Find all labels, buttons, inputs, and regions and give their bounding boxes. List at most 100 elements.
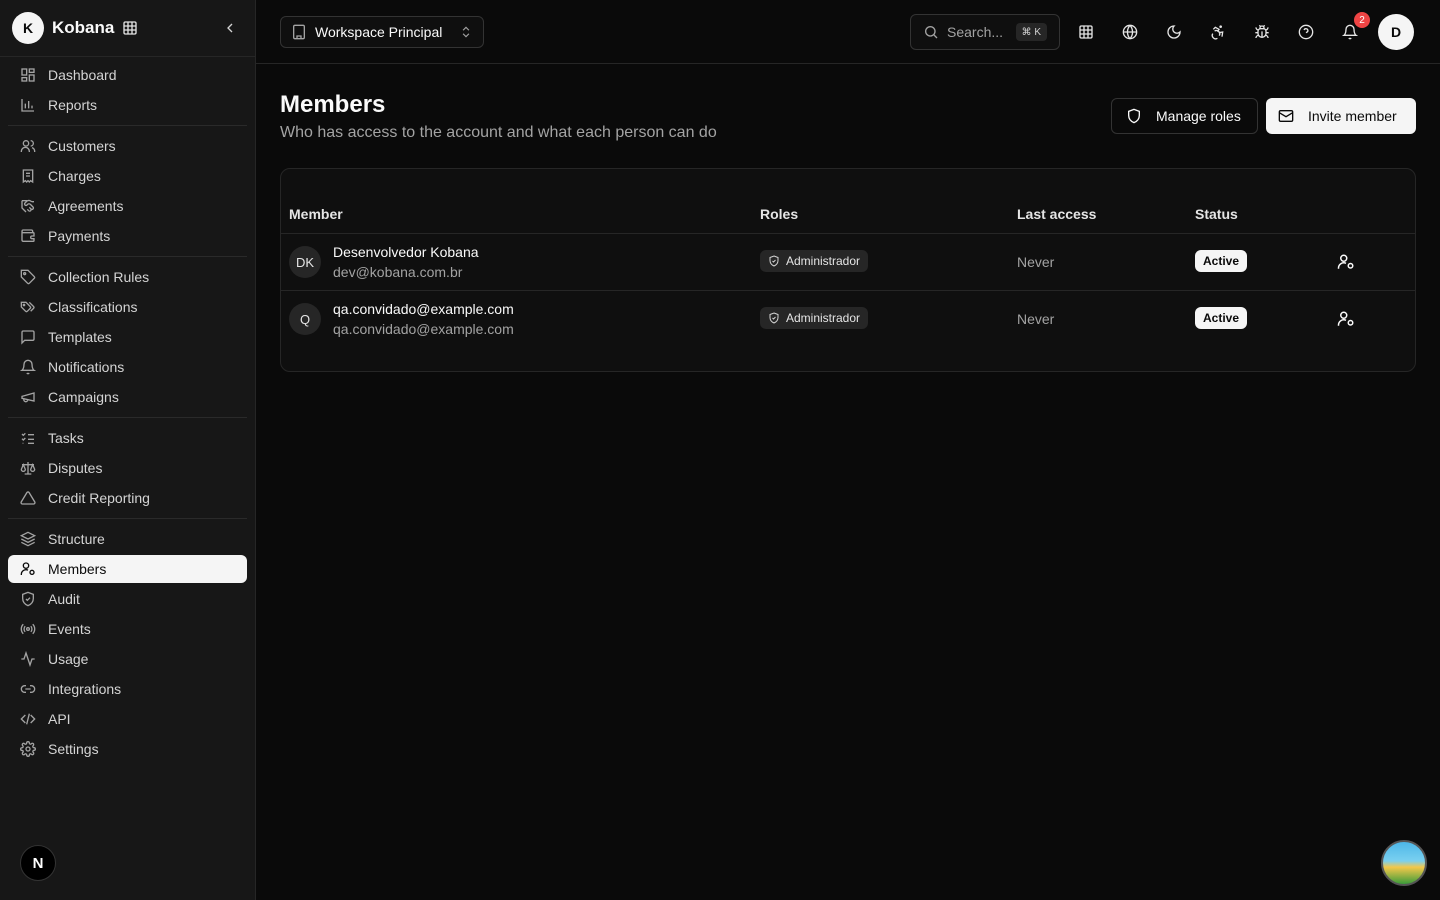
sidebar-item-campaigns[interactable]: Campaigns: [8, 383, 247, 411]
sidebar-item-label: Payments: [48, 228, 111, 244]
column-header-status[interactable]: Status: [1195, 206, 1238, 222]
sidebar-item-customers[interactable]: Customers: [8, 132, 247, 160]
sidebar-item-integrations[interactable]: Integrations: [8, 675, 247, 703]
search-shortcut: ⌘ K: [1015, 23, 1047, 41]
sidebar-item-label: Structure: [48, 531, 105, 547]
bar-chart-icon: [20, 97, 36, 113]
user-cog-icon: [20, 561, 36, 577]
sidebar-item-dashboard[interactable]: Dashboard: [8, 61, 247, 89]
role-badge: Administrador: [760, 250, 869, 272]
sidebar-item-templates[interactable]: Templates: [8, 323, 247, 351]
last-access: Never: [1017, 254, 1055, 270]
activity-icon: [20, 651, 36, 667]
sidebar-item-tasks[interactable]: Tasks: [8, 424, 247, 452]
role-label: Administrador: [786, 311, 861, 325]
search-input[interactable]: Search... ⌘ K: [910, 14, 1060, 50]
search-placeholder: Search...: [947, 24, 1004, 40]
sidebar-item-usage[interactable]: Usage: [8, 645, 247, 673]
mail-icon: [1278, 108, 1294, 124]
layers-icon: [20, 531, 36, 547]
divider: [8, 125, 247, 126]
workspace-select[interactable]: Workspace Principal: [280, 16, 484, 48]
invite-member-button[interactable]: Invite member: [1266, 98, 1416, 134]
user-avatar[interactable]: D: [1378, 14, 1414, 50]
member-email: dev@kobana.com.br: [333, 264, 463, 280]
layout-grid-icon: [20, 67, 36, 83]
sidebar-item-label: Charges: [48, 168, 101, 184]
sidebar-item-label: Campaigns: [48, 389, 119, 405]
chevrons-up-down-icon: [459, 25, 473, 39]
user-cog-icon[interactable]: [1337, 253, 1355, 271]
chevron-left-icon[interactable]: [222, 20, 238, 36]
sidebar: K Kobana Dashboard Reports Customers Cha…: [0, 0, 256, 900]
member-email: qa.convidado@example.com: [333, 321, 514, 337]
nav-group: Dashboard Reports: [8, 61, 247, 119]
nav-group: Collection Rules Classifications Templat…: [8, 263, 247, 411]
sidebar-item-notifications[interactable]: Notifications: [8, 353, 247, 381]
sidebar-item-members[interactable]: Members: [8, 555, 247, 583]
sidebar-item-structure[interactable]: Structure: [8, 525, 247, 553]
page-subtitle: Who has access to the account and what e…: [280, 124, 717, 141]
table-icon[interactable]: [122, 20, 138, 36]
column-header-last-access[interactable]: Last access: [1017, 206, 1096, 222]
status-badge: Active: [1195, 307, 1248, 329]
notification-count-badge: 2: [1354, 12, 1370, 28]
dev-tools-badge[interactable]: N: [20, 845, 56, 881]
nav-group: Tasks Disputes Credit Reporting: [8, 424, 247, 512]
sidebar-item-label: Members: [48, 561, 107, 577]
message-square-icon: [20, 329, 36, 345]
column-header-roles[interactable]: Roles: [760, 206, 798, 222]
moon-icon[interactable]: [1164, 22, 1184, 42]
sidebar-item-label: Templates: [48, 329, 112, 345]
sidebar-item-classifications[interactable]: Classifications: [8, 293, 247, 321]
manage-roles-button[interactable]: Manage roles: [1111, 98, 1258, 134]
member-name: qa.convidado@example.com: [333, 301, 514, 317]
help-circle-icon[interactable]: [1296, 22, 1316, 42]
invite-member-label: Invite member: [1308, 108, 1397, 124]
role-label: Administrador: [786, 254, 861, 268]
sidebar-item-settings[interactable]: Settings: [8, 735, 247, 763]
bug-icon[interactable]: [1252, 22, 1272, 42]
sidebar-item-label: Customers: [48, 138, 116, 154]
table-icon[interactable]: [1076, 22, 1096, 42]
sidebar-item-credit-reporting[interactable]: Credit Reporting: [8, 484, 247, 512]
sidebar-item-agreements[interactable]: Agreements: [8, 192, 247, 220]
sidebar-item-api[interactable]: API: [8, 705, 247, 733]
bell-icon: [20, 359, 36, 375]
shield-check-icon: [768, 312, 780, 324]
tag-icon: [20, 269, 36, 285]
sidebar-item-audit[interactable]: Audit: [8, 585, 247, 613]
manage-roles-label: Manage roles: [1156, 108, 1241, 124]
support-avatar[interactable]: [1381, 840, 1427, 886]
brand-name: Kobana: [52, 18, 115, 37]
member-avatar: Q: [289, 303, 321, 335]
handshake-icon: [20, 198, 36, 214]
sidebar-item-events[interactable]: Events: [8, 615, 247, 643]
column-header-member[interactable]: Member: [289, 206, 343, 222]
globe-icon[interactable]: [1120, 22, 1140, 42]
sidebar-item-label: Audit: [48, 591, 80, 607]
sidebar-item-charges[interactable]: Charges: [8, 162, 247, 190]
sidebar-item-label: API: [48, 711, 71, 727]
sidebar-item-payments[interactable]: Payments: [8, 222, 247, 250]
table-row[interactable]: DK Desenvolvedor Kobana dev@kobana.com.b…: [281, 234, 1415, 290]
sidebar-item-reports[interactable]: Reports: [8, 91, 247, 119]
megaphone-icon: [20, 389, 36, 405]
divider: [8, 256, 247, 257]
sidebar-item-label: Agreements: [48, 198, 124, 214]
list-checks-icon: [20, 430, 36, 446]
sidebar-item-collection-rules[interactable]: Collection Rules: [8, 263, 247, 291]
brand[interactable]: K Kobana: [12, 12, 244, 44]
sidebar-item-label: Tasks: [48, 430, 84, 446]
settings-icon: [20, 741, 36, 757]
table-row[interactable]: Q qa.convidado@example.com qa.convidado@…: [281, 291, 1415, 347]
page-title: Members: [280, 91, 386, 118]
shield-check-icon: [20, 591, 36, 607]
sidebar-item-label: Collection Rules: [48, 269, 150, 285]
member-name: Desenvolvedor Kobana: [333, 244, 479, 260]
sidebar-item-label: Dashboard: [48, 67, 117, 83]
user-cog-icon[interactable]: [1337, 310, 1355, 328]
accessibility-icon[interactable]: [1208, 22, 1228, 42]
member-avatar: DK: [289, 246, 321, 278]
sidebar-item-disputes[interactable]: Disputes: [8, 454, 247, 482]
